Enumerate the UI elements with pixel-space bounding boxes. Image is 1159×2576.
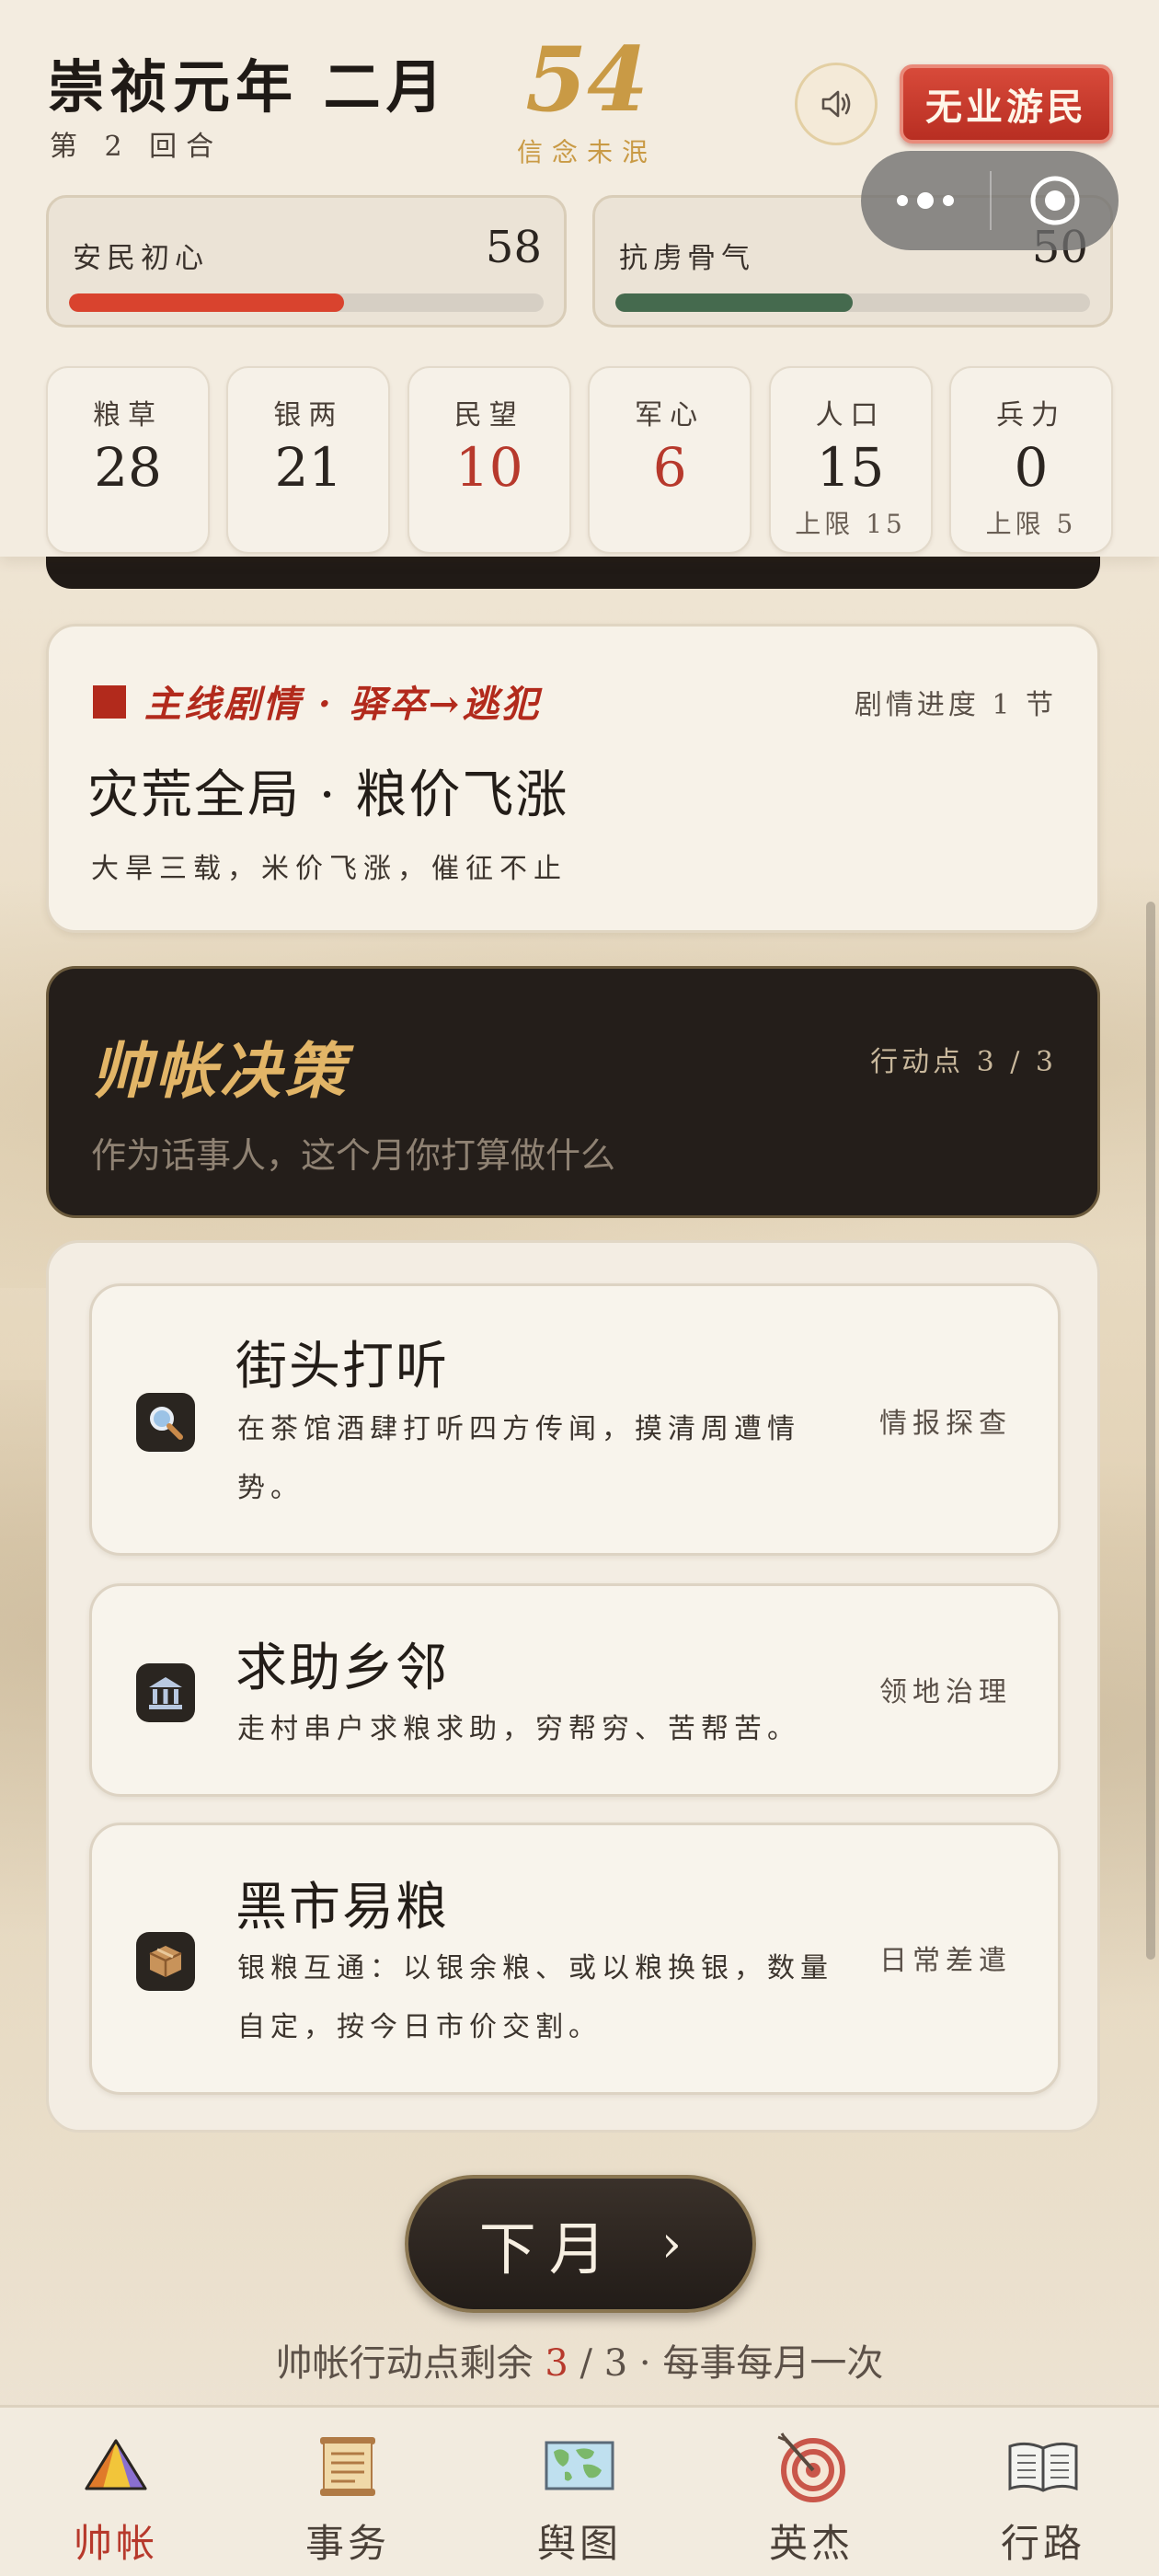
action-card-street-inquiry[interactable]: 街头打听 在茶馆酒肆打听四方传闻，摸清周遭情势。 情报探查 bbox=[89, 1283, 1061, 1556]
tab-label: 帅帐 bbox=[73, 2521, 158, 2566]
tab-heroes[interactable]: 英杰 bbox=[695, 2408, 927, 2576]
action-points: 行动点 3 / 3 bbox=[870, 1046, 1057, 1078]
meter-fill bbox=[69, 293, 345, 312]
sound-toggle-button[interactable] bbox=[795, 63, 878, 145]
action-description: 在茶馆酒肆打听四方传闻，摸清周遭情势。 bbox=[237, 1413, 800, 1504]
scrollbar[interactable] bbox=[1146, 902, 1155, 1960]
stat-value: 10 bbox=[454, 436, 523, 499]
remaining-points-note: 帅帐行动点剩余 3 / 3 · 每事每月一次 bbox=[0, 2333, 1159, 2386]
action-list: 街头打听 在茶馆酒肆打听四方传闻，摸清周遭情势。 情报探查 求助乡邻 走村串户求… bbox=[46, 1240, 1100, 2133]
record-circle-icon bbox=[1030, 176, 1080, 225]
round-counter: 第 2 回合 bbox=[50, 131, 224, 163]
stat-label: 银两 bbox=[273, 399, 344, 431]
stat-sub: 上限 5 bbox=[985, 509, 1077, 539]
world-map-icon bbox=[545, 2441, 614, 2490]
action-card-black-market[interactable]: 黑市易粮 银粮互通：以银余粮、或以粮换银，数量自定，按今日市价交割。 日常差遣 bbox=[89, 1823, 1061, 2095]
meter-label: 抗虏骨气 bbox=[619, 242, 755, 275]
remaining-current: 3 bbox=[545, 2342, 568, 2385]
story-marker-icon bbox=[93, 685, 126, 719]
meter-fill bbox=[615, 293, 853, 312]
close-miniprogram-button[interactable] bbox=[992, 151, 1119, 250]
more-menu-button[interactable] bbox=[861, 151, 990, 250]
government-building-icon bbox=[136, 1663, 195, 1722]
stat-value: 21 bbox=[274, 436, 343, 499]
tab-map[interactable]: 舆图 bbox=[464, 2408, 695, 2576]
decision-title: 帅帐决策 bbox=[91, 1035, 349, 1107]
main-story-card[interactable]: 主线剧情 · 驿卒→逃犯 剧情进度 1 节 灾荒全局 · 粮价飞涨 大旱三载，米… bbox=[46, 624, 1100, 933]
meter-track bbox=[69, 293, 544, 312]
era-title: 崇祯元年 二月 bbox=[48, 53, 449, 121]
chevron-right-icon: › bbox=[660, 2214, 683, 2274]
decision-banner: 帅帐决策 行动点 3 / 3 作为话事人，这个月你打算做什么 bbox=[46, 966, 1100, 1218]
tab-command-tent[interactable]: 帅帐 bbox=[0, 2408, 232, 2576]
more-dots-icon bbox=[917, 192, 934, 209]
story-title: 主线剧情 · 驿卒→逃犯 bbox=[144, 683, 542, 726]
stat-sub: 上限 15 bbox=[795, 509, 906, 539]
tab-label: 英杰 bbox=[768, 2521, 854, 2566]
stat-value: 6 bbox=[652, 436, 687, 499]
stat-card-silver[interactable]: 银两 21 bbox=[226, 366, 391, 554]
action-name: 街头打听 bbox=[235, 1337, 449, 1397]
target-icon bbox=[777, 2432, 845, 2502]
stat-value: 0 bbox=[1014, 436, 1049, 499]
action-description: 走村串户求粮求助，穷帮穷、苦帮苦。 bbox=[237, 1713, 800, 1745]
story-headline: 灾荒全局 · 粮价飞涨 bbox=[87, 765, 569, 825]
stat-label: 人口 bbox=[815, 399, 886, 431]
next-month-label: 下月 bbox=[478, 2215, 619, 2283]
next-month-button[interactable]: 下月 › bbox=[405, 2175, 756, 2313]
stat-card-troops[interactable]: 兵力 0 上限 5 bbox=[948, 366, 1113, 554]
stat-value: 28 bbox=[94, 436, 162, 499]
tab-label: 舆图 bbox=[536, 2521, 622, 2566]
stat-value: 15 bbox=[816, 436, 885, 499]
stat-card-population[interactable]: 人口 15 上限 15 bbox=[768, 366, 933, 554]
action-category: 日常差遣 bbox=[879, 1945, 1012, 1977]
open-book-icon bbox=[1008, 2442, 1078, 2492]
stat-card-reputation[interactable]: 民望 10 bbox=[407, 366, 571, 554]
action-description: 银粮互通：以银余粮、或以粮换银，数量自定，按今日市价交割。 bbox=[237, 1952, 833, 2043]
stat-card-grain[interactable]: 粮草 28 bbox=[46, 366, 210, 554]
meter-track bbox=[615, 293, 1090, 312]
tab-journey[interactable]: 行路 bbox=[927, 2408, 1159, 2576]
action-name: 求助乡邻 bbox=[235, 1639, 449, 1698]
faith-label: 信念未泯 bbox=[516, 137, 657, 167]
stat-label: 兵力 bbox=[995, 399, 1066, 431]
meter-value: 58 bbox=[485, 222, 542, 273]
tab-label: 行路 bbox=[1000, 2521, 1085, 2566]
remaining-prefix: 帅帐行动点剩余 bbox=[275, 2342, 534, 2385]
stat-card-morale[interactable]: 军心 6 bbox=[588, 366, 752, 554]
tent-icon bbox=[85, 2439, 147, 2490]
speaker-icon bbox=[821, 90, 851, 118]
action-category: 领地治理 bbox=[879, 1676, 1012, 1708]
action-card-seek-help[interactable]: 求助乡邻 走村串户求粮求助，穷帮穷、苦帮苦。 领地治理 bbox=[89, 1583, 1061, 1797]
faith-value: 54 bbox=[525, 28, 648, 132]
scroll-icon bbox=[320, 2437, 375, 2496]
magnifier-icon bbox=[136, 1393, 195, 1452]
miniprogram-capsule bbox=[861, 151, 1119, 250]
more-dots-icon bbox=[943, 195, 954, 206]
story-progress: 剧情进度 1 节 bbox=[854, 689, 1057, 721]
stat-label: 民望 bbox=[453, 399, 524, 431]
bottom-tab-bar: 帅帐 事务 舆图 英杰 行路 bbox=[0, 2405, 1159, 2576]
tab-label: 事务 bbox=[304, 2521, 390, 2566]
action-category: 情报探查 bbox=[879, 1408, 1012, 1440]
decision-subtitle: 作为话事人，这个月你打算做什么 bbox=[91, 1135, 616, 1176]
package-icon bbox=[136, 1932, 195, 1991]
meter-label: 安民初心 bbox=[73, 242, 209, 275]
meter-anmin: 安民初心 58 bbox=[46, 195, 567, 328]
status-header: 崇祯元年 二月 第 2 回合 54 信念未泯 无业游民 安民初心 58 抗虏骨气… bbox=[0, 0, 1159, 557]
resource-stats: 粮草 28 银两 21 民望 10 军心 6 人口 15 上限 15 兵力 0 … bbox=[46, 366, 1113, 554]
identity-badge[interactable]: 无业游民 bbox=[900, 64, 1113, 144]
stat-label: 粮草 bbox=[93, 399, 163, 431]
action-name: 黑市易粮 bbox=[235, 1878, 449, 1938]
stat-label: 军心 bbox=[635, 399, 706, 431]
tab-affairs[interactable]: 事务 bbox=[232, 2408, 464, 2576]
remaining-suffix: / 3 · 每事每月一次 bbox=[580, 2342, 884, 2385]
more-dots-icon bbox=[897, 195, 908, 206]
story-description: 大旱三载，米价飞涨，催征不止 bbox=[91, 853, 568, 885]
